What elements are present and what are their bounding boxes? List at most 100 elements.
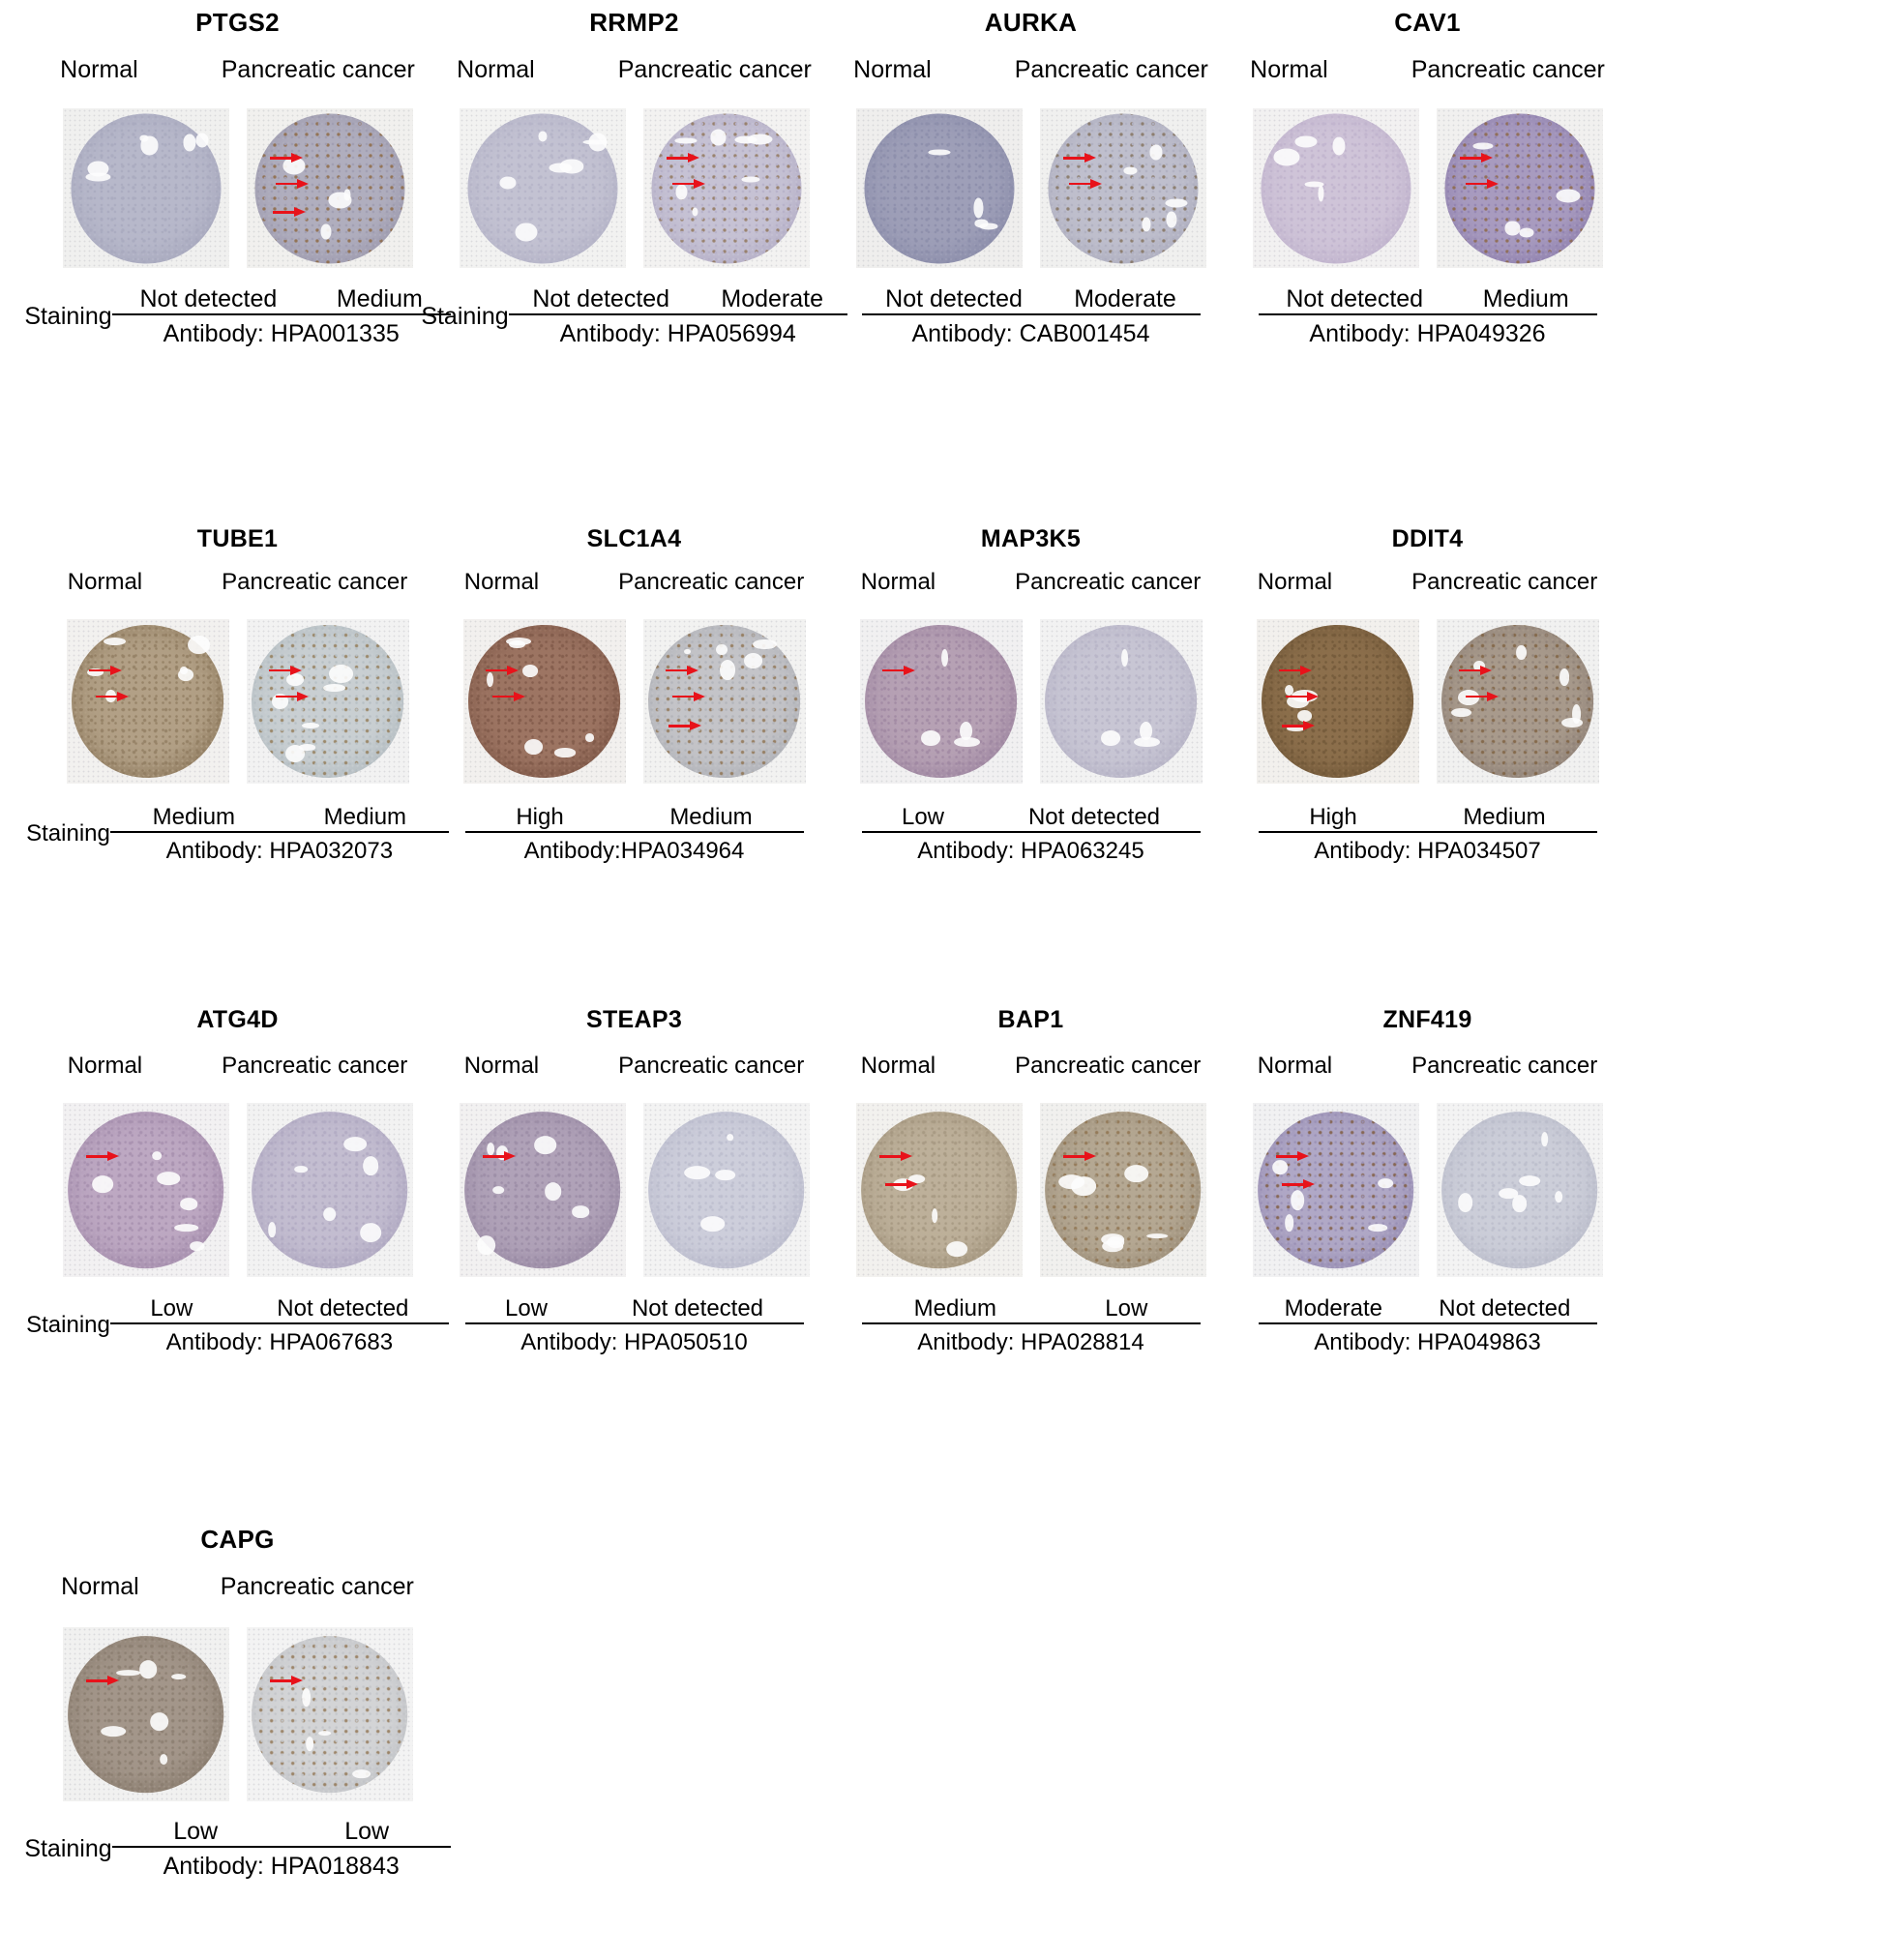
- condition-label-normal: Normal: [1257, 569, 1333, 595]
- condition-labels-cav1: Normal Pancreatic cancer: [1190, 58, 1665, 82]
- condition-label-cancer: Pancreatic cancer: [1014, 56, 1208, 83]
- core-lumen: [734, 135, 757, 144]
- condition-label-cancer: Pancreatic cancer: [618, 569, 805, 595]
- core-disc: [467, 625, 621, 778]
- tissue-core-normal-bap1: [855, 1103, 1023, 1277]
- staining-value-cancer: Not detected: [1027, 804, 1161, 830]
- tissue-core-cancer-cav1: [1436, 108, 1603, 268]
- gene-title-cav1: CAV1: [1394, 8, 1461, 37]
- staining-value-normal: Low: [901, 804, 944, 830]
- annotation-arrow: [269, 1676, 303, 1686]
- condition-label-normal: Normal: [853, 56, 932, 83]
- annotation-arrow: [1062, 1151, 1096, 1162]
- core-lumen: [1149, 144, 1163, 161]
- annotation-arrow: [1062, 153, 1096, 163]
- core-disc: [647, 1112, 805, 1268]
- staining-word-label: Staining: [24, 302, 112, 330]
- core-texture: [1044, 625, 1198, 778]
- core-lumen: [1273, 148, 1300, 166]
- core-lumen: [323, 1207, 337, 1222]
- tissue-core-normal-capg: [62, 1627, 229, 1801]
- core-disc: [71, 625, 224, 778]
- annotation-arrow: [672, 178, 706, 189]
- core-lumen: [920, 730, 941, 746]
- core-lumen: [715, 1169, 736, 1181]
- staining-value-normal: Low: [173, 1818, 219, 1845]
- annotation-arrow: [1275, 1151, 1309, 1162]
- tissue-core-cancer-znf419: [1436, 1103, 1603, 1277]
- core-lumen: [285, 673, 305, 687]
- annotation-arrow: [1459, 665, 1493, 675]
- annotation-arrow: [486, 665, 520, 675]
- core-texture: [863, 112, 1015, 264]
- core-lumen: [342, 1136, 367, 1152]
- core-disc: [251, 1112, 408, 1268]
- condition-label-normal: Normal: [463, 1053, 540, 1079]
- core-lumen: [1519, 227, 1534, 237]
- core-lumen: [1294, 135, 1318, 148]
- staining-values: Medium Low: [862, 1296, 1201, 1322]
- core-disc: [463, 1112, 621, 1268]
- antibody-label: Antibody: HPA018843: [163, 1853, 400, 1881]
- core-disc: [251, 1636, 408, 1793]
- staining-value-cancer: Not detected: [277, 1295, 409, 1322]
- core-pair-capg: [0, 1627, 475, 1801]
- staining-value-normal: High: [516, 804, 564, 830]
- staining-block: High Medium Antibody:HPA034964: [464, 804, 804, 863]
- tissue-core-cancer-rrmp2: [642, 108, 810, 268]
- core-texture: [864, 625, 1018, 778]
- tissue-core-normal-steap3: [459, 1103, 626, 1277]
- antibody-label: Antibody: CAB001454: [911, 320, 1150, 348]
- core-texture: [67, 1636, 224, 1793]
- condition-label-normal: Normal: [463, 569, 540, 595]
- core-lumen: [268, 1222, 277, 1237]
- core-texture: [1260, 112, 1411, 264]
- staining-block: Not detected Moderate Antibody: CAB001454: [861, 285, 1201, 348]
- core-lumen: [343, 189, 351, 201]
- annotation-arrow: [269, 153, 303, 163]
- tissue-core-cancer-aurka: [1039, 108, 1206, 268]
- core-disc: [1260, 112, 1411, 264]
- core-lumen: [1368, 1224, 1387, 1232]
- core-lumen: [979, 223, 998, 230]
- staining-word-label: Staining: [24, 1834, 112, 1862]
- condition-label-cancer: Pancreatic cancer: [220, 1573, 414, 1600]
- core-lumen: [533, 1136, 557, 1154]
- annotation-arrow: [878, 1151, 912, 1162]
- tissue-core-cancer-ddit4: [1436, 619, 1599, 784]
- core-lumen: [1556, 189, 1581, 203]
- annotation-arrow: [1465, 691, 1499, 701]
- staining-block: Medium Low Anitbody: HPA028814: [861, 1296, 1201, 1356]
- core-lumen: [1123, 166, 1138, 175]
- core-lumen: [1457, 1192, 1473, 1212]
- staining-block: Not detected Medium Antibody: HPA049326: [1258, 286, 1597, 347]
- core-lumen: [1555, 1190, 1563, 1203]
- staining-value-normal: Low: [504, 1295, 548, 1322]
- annotation-arrow: [1279, 665, 1313, 675]
- core-lumen: [183, 134, 196, 152]
- staining-word-label: Staining: [26, 820, 110, 847]
- staining-value-cancer: Medium: [669, 804, 753, 830]
- staining-values: Moderate Not detected: [1259, 1296, 1597, 1322]
- tissue-core-cancer-atg4d: [246, 1103, 413, 1277]
- staining-value-normal: Moderate: [1284, 1295, 1383, 1322]
- staining-block: Low Not detected Antibody: HPA063245: [861, 804, 1201, 863]
- core-lumen: [710, 129, 727, 146]
- condition-label-normal: Normal: [860, 1053, 936, 1079]
- tissue-core-normal-rrmp2: [459, 108, 626, 268]
- core-lumen: [179, 1198, 198, 1210]
- core-lumen: [104, 637, 127, 645]
- staining-value-cancer: Moderate: [1074, 285, 1176, 312]
- staining-value-normal: Low: [150, 1295, 193, 1322]
- annotation-arrow: [269, 665, 303, 675]
- condition-label-cancer: Pancreatic cancer: [222, 569, 408, 595]
- gene-title-znf419: ZNF419: [1382, 1006, 1472, 1033]
- core-lumen: [173, 1223, 199, 1232]
- core-disc: [1257, 1112, 1414, 1268]
- staining-value-normal: Not detected: [139, 285, 278, 312]
- annotation-arrow: [666, 665, 699, 675]
- core-lumen: [318, 1730, 332, 1736]
- antibody-label: Anitbody: HPA028814: [917, 1329, 1144, 1356]
- tissue-core-normal-ptgs2: [62, 108, 229, 268]
- core-lumen: [1451, 707, 1471, 717]
